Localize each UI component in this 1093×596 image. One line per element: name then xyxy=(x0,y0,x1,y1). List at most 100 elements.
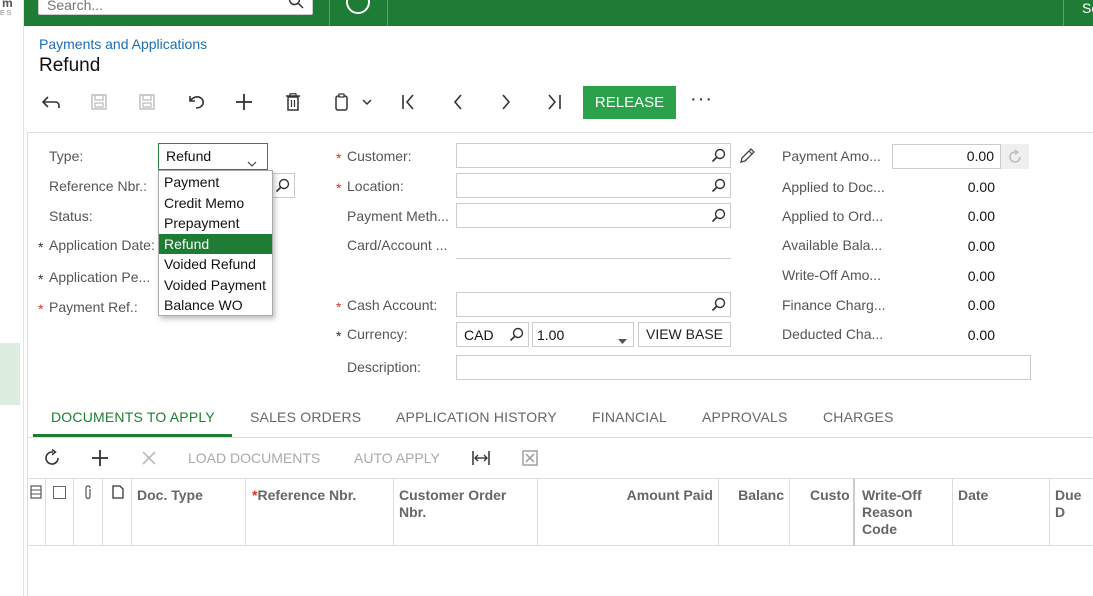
type-option-voided-refund[interactable]: Voided Refund xyxy=(159,254,272,275)
release-button[interactable]: RELEASE xyxy=(583,86,676,119)
delete-icon[interactable] xyxy=(281,90,305,114)
note-icon[interactable] xyxy=(103,479,132,546)
top-bar: Sc xyxy=(24,0,1093,26)
required-marker: * xyxy=(336,180,342,196)
type-select-value: Refund xyxy=(166,148,212,164)
payment-method-label: Payment Meth... xyxy=(347,208,449,224)
tab-documents-to-apply[interactable]: DOCUMENTS TO APPLY xyxy=(51,409,215,425)
column-customer[interactable]: Custo xyxy=(790,479,855,546)
applied-to-orders-value: 0.00 xyxy=(967,208,995,224)
payment-ref-label: Payment Ref.: xyxy=(49,299,138,315)
copy-paste-menu-icon[interactable] xyxy=(330,90,374,114)
more-actions-button[interactable]: ··· xyxy=(690,88,713,111)
required-marker: * xyxy=(38,271,44,287)
search-icon[interactable] xyxy=(711,148,726,166)
attachment-icon[interactable] xyxy=(74,479,103,546)
required-marker: * xyxy=(38,239,44,255)
required-marker: * xyxy=(336,299,342,315)
search-icon[interactable] xyxy=(711,178,726,196)
next-record-icon[interactable] xyxy=(494,90,518,114)
tab-charges[interactable]: CHARGES xyxy=(823,409,894,425)
type-option-refund[interactable]: Refund xyxy=(159,233,272,254)
topbar-divider xyxy=(329,0,330,26)
history-icon[interactable] xyxy=(346,0,370,14)
type-option-voided-payment[interactable]: Voided Payment xyxy=(159,275,272,296)
load-documents-button[interactable]: LOAD DOCUMENTS xyxy=(188,450,320,466)
card-account-label: Card/Account ... xyxy=(347,237,448,253)
logo: m xyxy=(2,0,13,10)
type-option-payment[interactable]: Payment xyxy=(159,172,272,193)
required-marker: * xyxy=(336,150,342,166)
payment-method-field[interactable] xyxy=(456,203,731,228)
search-icon[interactable] xyxy=(711,297,726,315)
description-field[interactable] xyxy=(456,355,1031,380)
location-field[interactable] xyxy=(456,173,731,198)
deducted-charges-value: 0.00 xyxy=(967,327,995,343)
documents-grid-header: Doc. Type *Reference Nbr. Customer Order… xyxy=(28,478,1093,546)
left-nav-strip: m ES xyxy=(0,0,24,596)
type-option-credit-memo[interactable]: Credit Memo xyxy=(159,193,272,214)
column-balance[interactable]: Balanc xyxy=(719,479,790,546)
column-due-date[interactable]: Due D xyxy=(1050,479,1093,546)
write-off-amount-label: Write-Off Amo... xyxy=(782,267,882,283)
type-dropdown-list: Payment Credit Memo Prepayment Refund Vo… xyxy=(158,170,273,316)
save-close-icon[interactable] xyxy=(87,90,111,114)
customer-field[interactable] xyxy=(456,143,731,168)
column-write-off-reason-code[interactable]: Write-Off Reason Code xyxy=(855,479,953,546)
search-icon[interactable] xyxy=(509,327,524,345)
refresh-icon[interactable] xyxy=(40,446,64,470)
add-row-icon[interactable] xyxy=(88,446,112,470)
payment-amount-field[interactable]: 0.00 xyxy=(892,144,1001,169)
currency-code: CAD xyxy=(464,327,494,343)
back-icon[interactable] xyxy=(39,90,63,114)
topbar-user-menu[interactable]: Sc xyxy=(1082,0,1093,16)
write-off-amount-value: 0.00 xyxy=(967,268,995,284)
select-all-checkbox[interactable] xyxy=(46,479,74,546)
add-icon[interactable] xyxy=(232,90,256,114)
previous-record-icon[interactable] xyxy=(446,90,470,114)
search-icon[interactable] xyxy=(711,208,726,226)
fit-to-screen-icon[interactable] xyxy=(469,446,493,470)
tab-application-history[interactable]: APPLICATION HISTORY xyxy=(396,409,557,425)
column-customer-order-nbr[interactable]: Customer Order Nbr. xyxy=(394,479,538,546)
save-icon[interactable] xyxy=(135,90,159,114)
search-icon[interactable] xyxy=(275,178,290,196)
column-status-icon[interactable] xyxy=(28,479,46,546)
reference-nbr-label: Reference Nbr.: xyxy=(49,178,148,194)
caret-down-icon[interactable] xyxy=(618,332,627,348)
column-date[interactable]: Date xyxy=(953,479,1050,546)
left-nav-selected-marker xyxy=(0,343,20,405)
currency-rate-select[interactable]: 1.00 xyxy=(532,322,634,347)
description-label: Description: xyxy=(347,359,421,375)
tab-financial[interactable]: FINANCIAL xyxy=(592,409,667,425)
delete-row-icon[interactable] xyxy=(137,446,161,470)
view-base-button[interactable]: VIEW BASE xyxy=(638,322,731,347)
card-account-field xyxy=(456,258,731,259)
cash-account-field[interactable] xyxy=(456,292,731,317)
currency-field[interactable]: CAD xyxy=(456,322,529,347)
topbar-divider xyxy=(1063,0,1064,26)
type-option-prepayment[interactable]: Prepayment xyxy=(159,213,272,234)
column-reference-nbr[interactable]: *Reference Nbr. xyxy=(246,479,394,546)
required-marker: * xyxy=(336,328,342,344)
auto-apply-button[interactable]: AUTO APPLY xyxy=(354,450,440,466)
available-balance-label: Available Bala... xyxy=(782,237,883,253)
column-amount-paid[interactable]: Amount Paid xyxy=(538,479,719,546)
search-icon[interactable] xyxy=(288,0,304,12)
logo-subtext: ES xyxy=(0,10,14,17)
type-option-balance-wo[interactable]: Balance WO xyxy=(159,295,272,316)
export-excel-icon[interactable] xyxy=(518,446,542,470)
tab-sales-orders[interactable]: SALES ORDERS xyxy=(250,409,361,425)
refresh-icon[interactable] xyxy=(1001,144,1029,169)
type-select[interactable]: Refund xyxy=(158,143,268,170)
global-search[interactable] xyxy=(38,0,313,15)
tab-approvals[interactable]: APPROVALS xyxy=(702,409,788,425)
undo-icon[interactable] xyxy=(184,90,208,114)
last-record-icon[interactable] xyxy=(542,90,566,114)
cash-account-label: Cash Account: xyxy=(347,297,438,313)
edit-pencil-icon[interactable] xyxy=(738,147,756,168)
breadcrumb[interactable]: Payments and Applications xyxy=(39,36,207,52)
search-input[interactable] xyxy=(39,0,279,14)
column-doc-type[interactable]: Doc. Type xyxy=(132,479,246,546)
first-record-icon[interactable] xyxy=(397,90,421,114)
